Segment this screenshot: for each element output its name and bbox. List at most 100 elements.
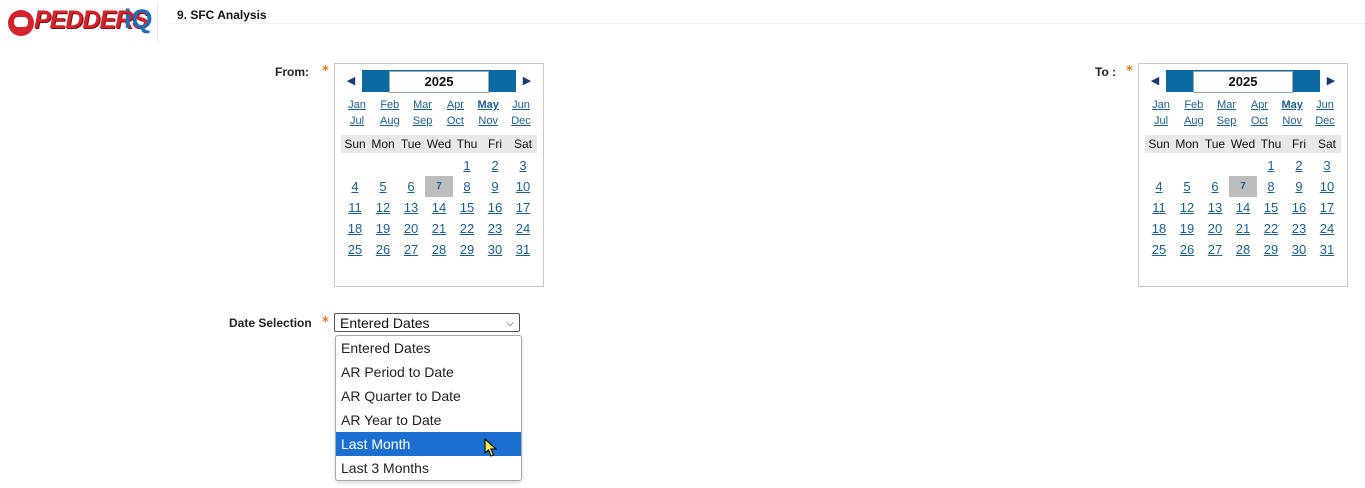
to-day-17[interactable]: 17 (1313, 197, 1341, 218)
from-day-28[interactable]: 28 (425, 239, 453, 260)
to-day-5[interactable]: 5 (1173, 176, 1201, 197)
from-day-31[interactable]: 31 (509, 239, 537, 260)
to-month-apr[interactable]: Apr (1243, 99, 1275, 115)
to-year-field[interactable]: 2025 (1193, 71, 1293, 93)
to-day-29[interactable]: 29 (1257, 239, 1285, 260)
from-day-26[interactable]: 26 (369, 239, 397, 260)
from-day-19[interactable]: 19 (369, 218, 397, 239)
from-day-18[interactable]: 18 (341, 218, 369, 239)
to-day-26[interactable]: 26 (1173, 239, 1201, 260)
from-day-21[interactable]: 21 (425, 218, 453, 239)
to-month-aug[interactable]: Aug (1178, 115, 1210, 131)
to-day-16[interactable]: 16 (1285, 197, 1313, 218)
from-day-10[interactable]: 10 (509, 176, 537, 197)
to-month-may[interactable]: May (1276, 99, 1308, 115)
from-month-jun[interactable]: Jun (505, 99, 537, 115)
to-day-20[interactable]: 20 (1201, 218, 1229, 239)
to-month-feb[interactable]: Feb (1178, 99, 1210, 115)
to-day-28[interactable]: 28 (1229, 239, 1257, 260)
from-day-9[interactable]: 9 (481, 176, 509, 197)
to-day-15[interactable]: 15 (1257, 197, 1285, 218)
from-day-14[interactable]: 14 (425, 197, 453, 218)
to-day-24[interactable]: 24 (1313, 218, 1341, 239)
from-day-1[interactable]: 1 (453, 155, 481, 176)
to-day-7[interactable]: 7 (1229, 176, 1257, 197)
from-month-jul[interactable]: Jul (341, 115, 373, 131)
to-day-1[interactable]: 1 (1257, 155, 1285, 176)
to-day-12[interactable]: 12 (1173, 197, 1201, 218)
to-day-9[interactable]: 9 (1285, 176, 1313, 197)
to-month-nov[interactable]: Nov (1276, 115, 1308, 131)
to-day-22[interactable]: 22 (1257, 218, 1285, 239)
to-day-4[interactable]: 4 (1145, 176, 1173, 197)
to-day-10[interactable]: 10 (1313, 176, 1341, 197)
to-day-19[interactable]: 19 (1173, 218, 1201, 239)
to-day-3[interactable]: 3 (1313, 155, 1341, 176)
date-option-ar-period-to-date[interactable]: AR Period to Date (336, 360, 521, 384)
to-day-18[interactable]: 18 (1145, 218, 1173, 239)
from-next-year-icon[interactable]: ▶ (517, 70, 537, 92)
from-day-2[interactable]: 2 (481, 155, 509, 176)
to-day-21[interactable]: 21 (1229, 218, 1257, 239)
date-selection-label: Date Selection (229, 316, 312, 330)
to-month-mar[interactable]: Mar (1211, 99, 1243, 115)
to-day-13[interactable]: 13 (1201, 197, 1229, 218)
from-day-5[interactable]: 5 (369, 176, 397, 197)
date-option-ar-year-to-date[interactable]: AR Year to Date (336, 408, 521, 432)
from-day-6[interactable]: 6 (397, 176, 425, 197)
from-day-13[interactable]: 13 (397, 197, 425, 218)
from-month-jan[interactable]: Jan (341, 99, 373, 115)
from-weekday-fri: Fri (488, 137, 502, 151)
from-day-15[interactable]: 15 (453, 197, 481, 218)
from-month-may[interactable]: May (472, 99, 504, 115)
from-year-field[interactable]: 2025 (389, 71, 489, 93)
from-day-16[interactable]: 16 (481, 197, 509, 218)
to-day-23[interactable]: 23 (1285, 218, 1313, 239)
from-day-27[interactable]: 27 (397, 239, 425, 260)
to-day-27[interactable]: 27 (1201, 239, 1229, 260)
to-day-2[interactable]: 2 (1285, 155, 1313, 176)
to-day-14[interactable]: 14 (1229, 197, 1257, 218)
from-day-20[interactable]: 20 (397, 218, 425, 239)
to-month-sep[interactable]: Sep (1211, 115, 1243, 131)
from-month-oct[interactable]: Oct (439, 115, 471, 131)
from-prev-year-icon[interactable]: ◀ (341, 70, 361, 92)
from-month-sep[interactable]: Sep (407, 115, 439, 131)
to-day-11[interactable]: 11 (1145, 197, 1173, 218)
to-prev-year-icon[interactable]: ◀ (1145, 70, 1165, 92)
to-month-oct[interactable]: Oct (1243, 115, 1275, 131)
from-month-mar[interactable]: Mar (407, 99, 439, 115)
from-day-8[interactable]: 8 (453, 176, 481, 197)
to-day-25[interactable]: 25 (1145, 239, 1173, 260)
from-day-7[interactable]: 7 (425, 176, 453, 197)
date-option-ar-quarter-to-date[interactable]: AR Quarter to Date (336, 384, 521, 408)
to-month-jul[interactable]: Jul (1145, 115, 1177, 131)
date-option-entered-dates[interactable]: Entered Dates (336, 336, 521, 360)
from-day-12[interactable]: 12 (369, 197, 397, 218)
to-day-8[interactable]: 8 (1257, 176, 1285, 197)
from-month-feb[interactable]: Feb (374, 99, 406, 115)
from-month-aug[interactable]: Aug (374, 115, 406, 131)
from-month-dec[interactable]: Dec (505, 115, 537, 131)
from-month-nov[interactable]: Nov (472, 115, 504, 131)
to-month-dec[interactable]: Dec (1309, 115, 1341, 131)
to-day-31[interactable]: 31 (1313, 239, 1341, 260)
from-day-22[interactable]: 22 (453, 218, 481, 239)
from-day-17[interactable]: 17 (509, 197, 537, 218)
from-day-25[interactable]: 25 (341, 239, 369, 260)
from-day-23[interactable]: 23 (481, 218, 509, 239)
from-day-11[interactable]: 11 (341, 197, 369, 218)
from-day-4[interactable]: 4 (341, 176, 369, 197)
to-next-year-icon[interactable]: ▶ (1321, 70, 1341, 92)
from-day-24[interactable]: 24 (509, 218, 537, 239)
from-day-30[interactable]: 30 (481, 239, 509, 260)
to-day-30[interactable]: 30 (1285, 239, 1313, 260)
to-day-6[interactable]: 6 (1201, 176, 1229, 197)
from-day-29[interactable]: 29 (453, 239, 481, 260)
to-month-jun[interactable]: Jun (1309, 99, 1341, 115)
from-day-3[interactable]: 3 (509, 155, 537, 176)
to-month-jan[interactable]: Jan (1145, 99, 1177, 115)
from-month-apr[interactable]: Apr (439, 99, 471, 115)
date-selection-select[interactable]: Entered Dates ⌵ (334, 313, 520, 332)
date-option-last-3-months[interactable]: Last 3 Months (336, 456, 521, 480)
